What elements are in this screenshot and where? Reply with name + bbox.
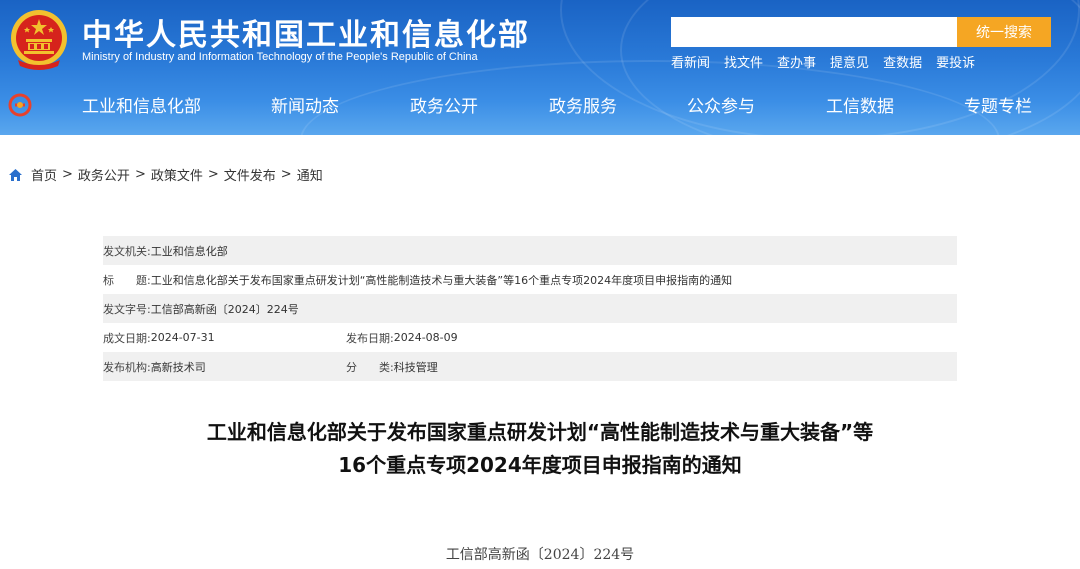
search-input[interactable] [671,17,957,47]
doc-number-value: 工信部高新函〔2024〕224号 [150,302,299,316]
breadcrumb-notice[interactable]: 通知 [297,165,323,184]
breadcrumb-separator: > [62,167,73,182]
site-header: 中华人民共和国工业和信息化部 Ministry of Industry and … [0,0,1080,135]
quick-link-complaint[interactable]: 要投诉 [936,52,975,71]
category-value: 科技管理 [393,360,438,374]
nav-item-data[interactable]: 工信数据 [826,92,894,117]
document-title-line-2: 16个重点专项2024年度项目申报指南的通知 [338,453,742,477]
quick-links: 看新闻 找文件 查办事 提意见 查数据 要投诉 [671,52,975,71]
home-icon[interactable] [8,168,23,182]
site-title[interactable]: 中华人民共和国工业和信息化部 [82,10,530,54]
nav-item-government-affairs[interactable]: 政务公开 [410,92,478,117]
agency-cell: 发布机构: 高新技术司 [103,359,346,375]
meta-row-agency: 发布机构: 高新技术司 分 类: 科技管理 [103,352,957,381]
meta-row-dates: 成文日期: 2024-07-31 发布日期: 2024-08-09 [103,323,957,352]
subject-label: 标 题: [103,273,151,287]
published-date-value: 2024-08-09 [393,331,458,344]
breadcrumb-government-affairs[interactable]: 政务公开 [78,165,130,184]
issuer-value: 工业和信息化部 [150,244,228,258]
breadcrumb-separator: > [134,167,146,182]
published-date-label: 发布日期: [346,331,394,345]
breadcrumb-policy-files[interactable]: 政策文件 [151,165,203,184]
issuer-label: 发文机关: [103,244,151,258]
quick-link-news[interactable]: 看新闻 [671,52,710,71]
search-button[interactable]: 统一搜索 [957,17,1051,47]
published-date-cell: 发布日期: 2024-08-09 [346,330,458,346]
nav-item-public-participation[interactable]: 公众参与 [687,92,755,117]
agency-label: 发布机构: [103,360,151,374]
site-title-english: Ministry of Industry and Information Tec… [82,51,478,63]
nav-item-ministry[interactable]: 工业和信息化部 [82,92,201,117]
subject-value: 工业和信息化部关于发布国家重点研发计划“高性能制造技术与重大装备”等16个重点专… [150,273,733,287]
nav-item-news[interactable]: 新闻动态 [271,92,339,117]
national-emblem-icon[interactable] [8,8,70,70]
quick-link-files[interactable]: 找文件 [724,52,763,71]
written-date-label: 成文日期: [103,331,151,345]
meta-row-subject: 标 题: 工业和信息化部关于发布国家重点研发计划“高性能制造技术与重大装备”等1… [103,265,957,294]
meta-row-doc-number: 发文字号: 工信部高新函〔2024〕224号 [103,294,957,323]
main-nav: 工业和信息化部 新闻动态 政务公开 政务服务 公众参与 工信数据 专题专栏 [0,82,1080,128]
document-meta-table: 发文机关: 工业和信息化部 标 题: 工业和信息化部关于发布国家重点研发计划“高… [103,236,957,381]
doc-number-label: 发文字号: [103,302,151,316]
quick-link-data[interactable]: 查数据 [883,52,922,71]
nav-item-special-topics[interactable]: 专题专栏 [964,92,1032,117]
category-cell: 分 类: 科技管理 [346,359,438,375]
breadcrumb: 首页 > 政务公开 > 政策文件 > 文件发布 > 通知 [8,165,323,184]
quick-link-services[interactable]: 查办事 [777,52,816,71]
quick-link-feedback[interactable]: 提意见 [830,52,869,71]
nav-item-government-services[interactable]: 政务服务 [549,92,617,117]
written-date-value: 2024-07-31 [150,331,215,344]
written-date-cell: 成文日期: 2024-07-31 [103,330,346,346]
category-label: 分 类: [346,360,394,374]
document-title-line-1: 工业和信息化部关于发布国家重点研发计划“高性能制造技术与重大装备”等 [206,420,874,444]
breadcrumb-separator: > [207,167,219,182]
breadcrumb-separator: > [280,167,292,182]
breadcrumb-home[interactable]: 首页 [31,165,57,184]
agency-value: 高新技术司 [150,360,206,374]
breadcrumb-file-release[interactable]: 文件发布 [224,165,276,184]
document-number: 工信部高新函〔2024〕224号 [445,547,635,563]
meta-row-issuer: 发文机关: 工业和信息化部 [103,236,957,265]
